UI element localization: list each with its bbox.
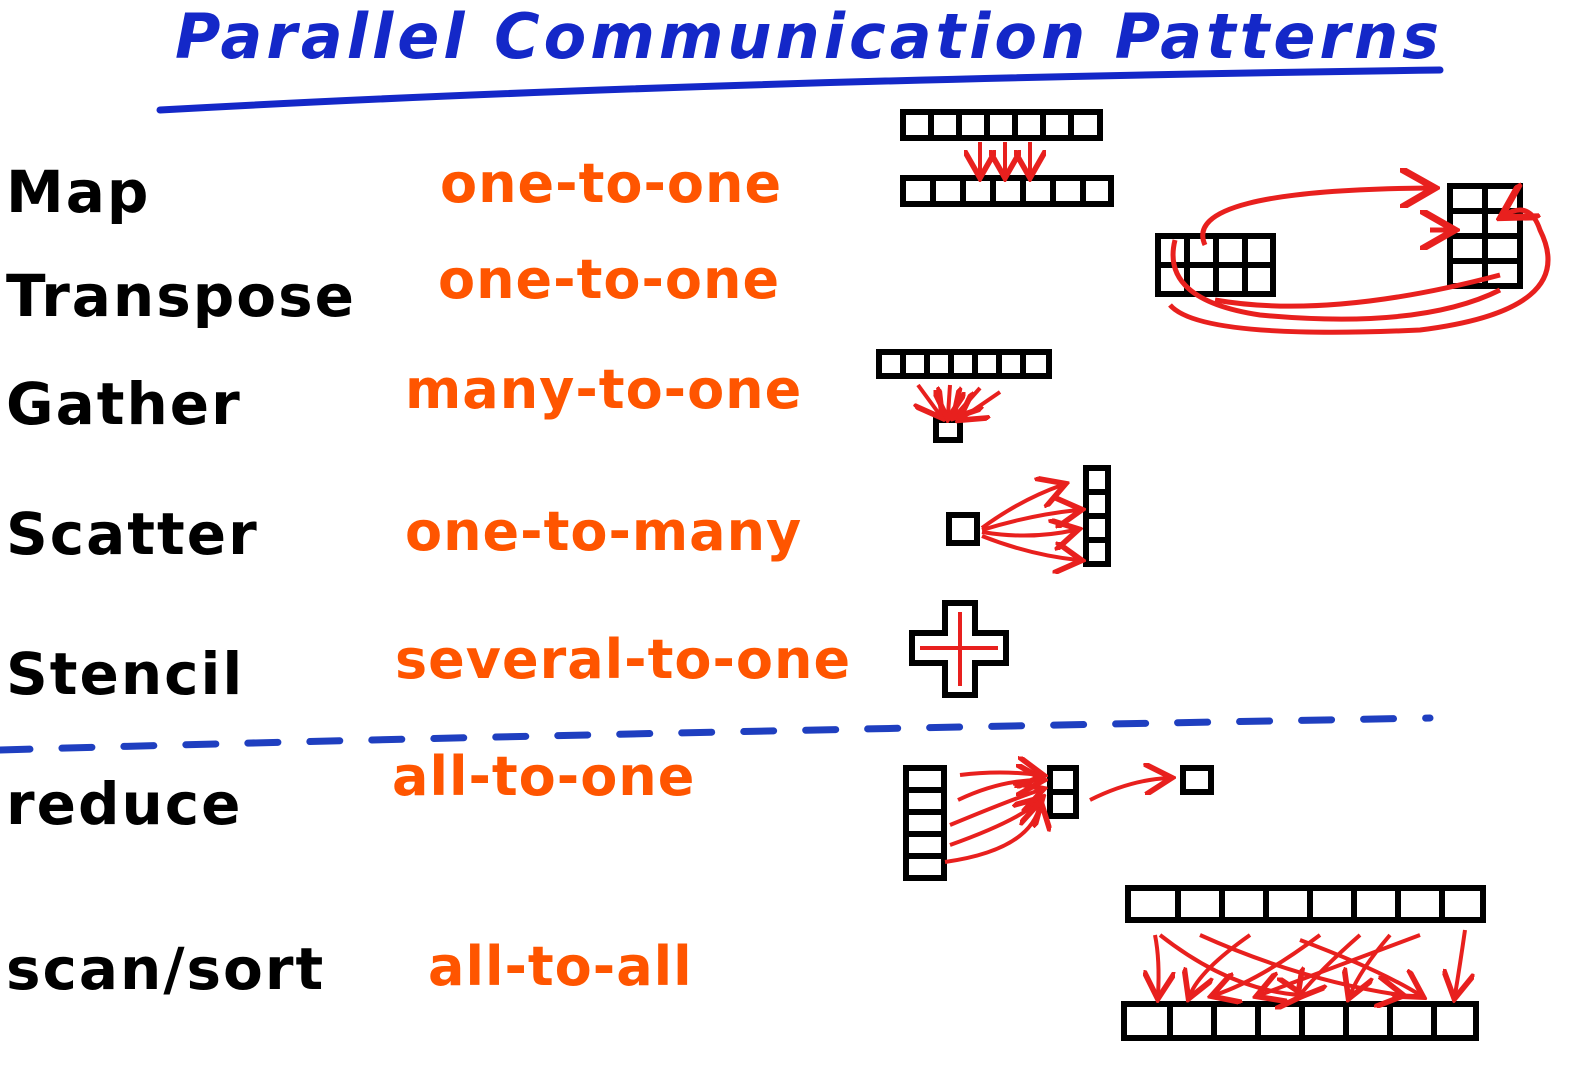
reduce-input-array [903,765,947,881]
stencil-arrows [920,612,998,686]
gather-output-cell [933,417,963,443]
reduce-output-cell [1180,765,1214,795]
map-arrows [980,142,1030,174]
gather-arrows [918,383,1002,418]
scatter-input-cell [946,512,980,546]
scan-sort-diagram [1121,885,1486,1041]
whiteboard: Parallel Communication Patterns Map Tran… [0,0,1589,1065]
scan-sort-input-array [1125,885,1486,923]
map-output-cells [930,178,1086,204]
scan-sort-arrows [1155,929,1465,995]
title-underline [156,66,1444,114]
transpose-diagram [1155,183,1523,297]
divider-line [0,714,1434,754]
sketch-layer [0,66,1551,1041]
scatter-arrows [980,485,1078,560]
gather-diagram [876,349,1052,443]
map-input-cells [928,112,1074,138]
